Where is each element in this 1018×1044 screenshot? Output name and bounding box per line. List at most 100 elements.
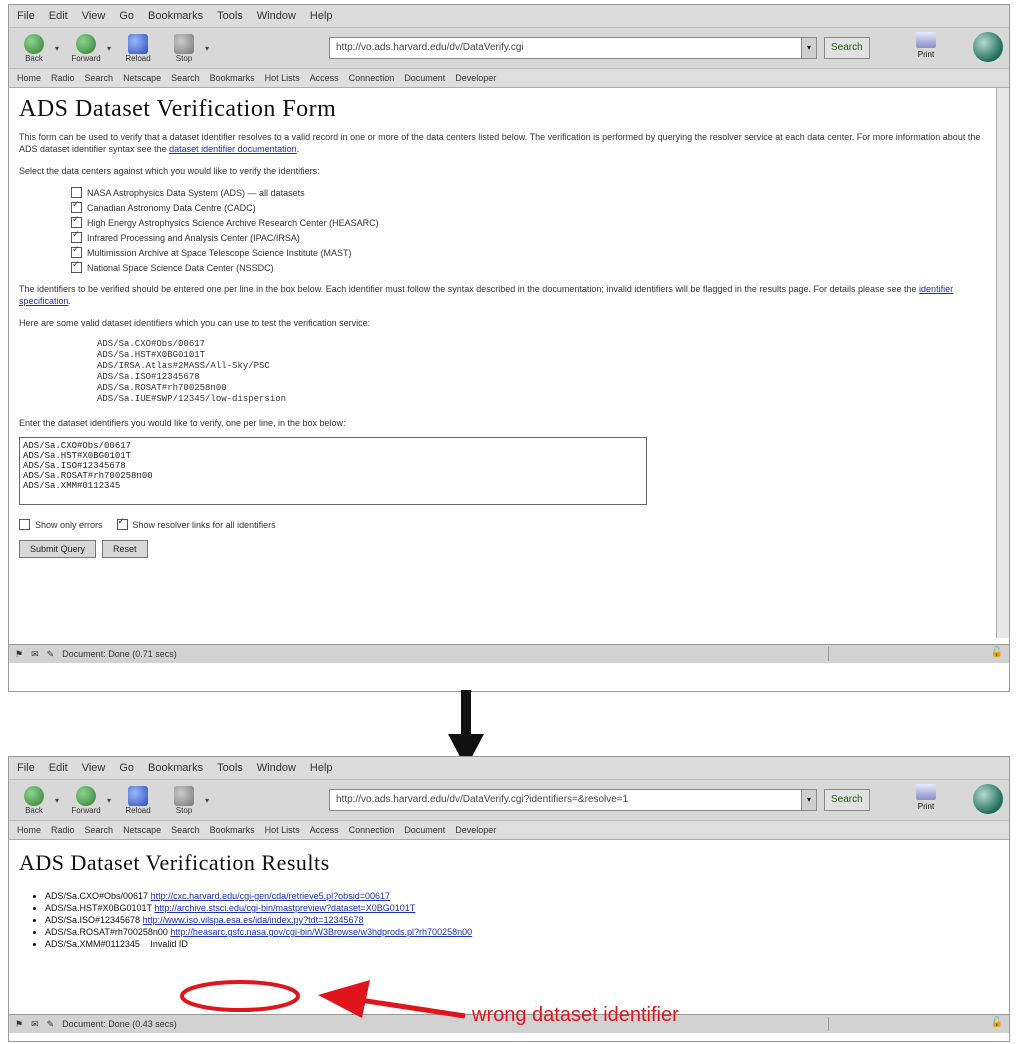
- back-arrow-icon: [24, 785, 44, 806]
- data-center-option[interactable]: National Space Science Data Center (NSSD…: [71, 259, 989, 275]
- show-links-option[interactable]: Show resolver links for all identifiers: [116, 516, 276, 532]
- url-input[interactable]: http://vo.ads.harvard.edu/dv/DataVerify.…: [329, 37, 807, 59]
- bookmark-item[interactable]: Netscape: [123, 825, 161, 835]
- menu-item[interactable]: Bookmarks: [148, 762, 203, 774]
- navigator-icon[interactable]: ⚑: [15, 649, 23, 660]
- result-item: ADS/Sa.ROSAT#rh700258n00 http://heasarc.…: [45, 926, 989, 938]
- bookmark-item[interactable]: Hot Lists: [265, 73, 300, 83]
- menu-item[interactable]: Edit: [49, 10, 68, 22]
- bookmark-item[interactable]: Radio: [51, 825, 75, 835]
- bookmark-item[interactable]: Search: [85, 73, 114, 83]
- menu-item[interactable]: Go: [119, 10, 134, 22]
- back-dropdown-icon[interactable]: ▾: [55, 44, 59, 53]
- security-lock-icon[interactable]: 🔓: [991, 1017, 1003, 1028]
- mail-icon[interactable]: ✉: [31, 649, 39, 660]
- stop-button[interactable]: Stop: [165, 782, 203, 818]
- data-center-checkbox[interactable]: [71, 214, 82, 228]
- menu-item[interactable]: Window: [257, 10, 296, 22]
- menu-item[interactable]: Go: [119, 762, 134, 774]
- show-errors-checkbox[interactable]: [19, 519, 30, 530]
- bookmark-item[interactable]: Hot Lists: [265, 825, 300, 835]
- bookmark-item[interactable]: Document: [404, 73, 445, 83]
- result-identifier: ADS/Sa.CXO#Obs/00617: [45, 891, 149, 901]
- back-button[interactable]: Back: [15, 782, 53, 818]
- bookmark-item[interactable]: Access: [310, 73, 339, 83]
- bookmark-item[interactable]: Home: [17, 73, 41, 83]
- bookmark-item[interactable]: Search: [85, 825, 114, 835]
- forward-dropdown-icon[interactable]: ▾: [107, 44, 111, 53]
- forward-button[interactable]: Forward: [67, 782, 105, 818]
- search-button[interactable]: Search: [824, 789, 870, 811]
- composer-icon[interactable]: ✎: [47, 1019, 55, 1030]
- menu-item[interactable]: Edit: [49, 762, 68, 774]
- back-button[interactable]: Back: [15, 30, 53, 66]
- menu-item[interactable]: File: [17, 10, 35, 22]
- menu-item[interactable]: Bookmarks: [148, 10, 203, 22]
- reset-button[interactable]: Reset: [102, 540, 148, 558]
- stop-button[interactable]: Stop: [165, 30, 203, 66]
- menu-item[interactable]: View: [82, 762, 106, 774]
- bookmark-item[interactable]: Developer: [455, 73, 496, 83]
- bookmark-item[interactable]: Search: [171, 825, 200, 835]
- url-dropdown-icon[interactable]: ▾: [801, 37, 817, 59]
- data-center-option[interactable]: Canadian Astronomy Data Centre (CADC): [71, 199, 989, 215]
- url-input[interactable]: http://vo.ads.harvard.edu/dv/DataVerify.…: [329, 789, 807, 811]
- identifier-docs-link[interactable]: dataset identifier documentation: [169, 144, 297, 154]
- bookmark-item[interactable]: Bookmarks: [210, 73, 255, 83]
- forward-button[interactable]: Forward: [67, 30, 105, 66]
- resolver-link[interactable]: http://heasarc.gsfc.nasa.gov/cgi-bin/W3B…: [170, 927, 472, 937]
- data-center-checkbox[interactable]: [71, 259, 82, 273]
- reload-button[interactable]: Reload: [119, 782, 157, 818]
- print-button[interactable]: Print: [909, 32, 943, 64]
- data-center-option[interactable]: NASA Astrophysics Data System (ADS) — al…: [71, 185, 989, 200]
- identifiers-textarea[interactable]: ADS/Sa.CXO#Obs/00617 ADS/Sa.HST#X0BG0101T…: [19, 437, 647, 505]
- bookmark-item[interactable]: Netscape: [123, 73, 161, 83]
- bookmark-item[interactable]: Developer: [455, 825, 496, 835]
- data-center-checkbox[interactable]: [71, 244, 82, 258]
- data-center-checkbox[interactable]: [71, 199, 82, 213]
- forward-dropdown-icon[interactable]: ▾: [107, 796, 111, 805]
- data-center-option[interactable]: High Energy Astrophysics Science Archive…: [71, 214, 989, 230]
- print-button[interactable]: Print: [909, 784, 943, 816]
- menu-item[interactable]: Help: [310, 762, 333, 774]
- bookmark-item[interactable]: Bookmarks: [210, 825, 255, 835]
- reload-button[interactable]: Reload: [119, 30, 157, 66]
- composer-icon[interactable]: ✎: [47, 649, 55, 660]
- bottom-browser-window: File Edit View Go Bookmarks Tools Window Help B…: [8, 756, 1010, 1042]
- resolver-link[interactable]: http://www.iso.vilspa.esa.es/ida/index.p…: [143, 915, 364, 925]
- menu-item[interactable]: View: [82, 10, 106, 22]
- bookmark-item[interactable]: Access: [310, 825, 339, 835]
- rules-text: The identifiers to be verified should be…: [19, 284, 954, 306]
- data-center-option[interactable]: Infrared Processing and Analysis Center …: [71, 229, 989, 245]
- bookmark-item[interactable]: Radio: [51, 73, 75, 83]
- security-lock-icon[interactable]: 🔓: [991, 647, 1003, 658]
- show-errors-option[interactable]: Show only errors: [19, 517, 103, 532]
- data-center-checkbox[interactable]: [71, 229, 82, 243]
- status-text: Document: Done (0.43 secs): [62, 1019, 177, 1029]
- page-title: ADS Dataset Verification Results: [19, 850, 330, 875]
- data-center-option[interactable]: Multimission Archive at Space Telescope …: [71, 244, 989, 260]
- resolver-link[interactable]: http://archive.stsci.edu/cgi-bin/mastpre…: [154, 903, 415, 913]
- bookmark-item[interactable]: Search: [171, 73, 200, 83]
- mail-icon[interactable]: ✉: [31, 1019, 39, 1030]
- menu-item[interactable]: Window: [257, 762, 296, 774]
- submit-query-button[interactable]: Submit Query: [19, 540, 97, 558]
- menu-item[interactable]: Tools: [217, 10, 243, 22]
- url-dropdown-icon[interactable]: ▾: [801, 789, 817, 811]
- bookmark-item[interactable]: Connection: [349, 73, 395, 83]
- menu-item[interactable]: Help: [310, 10, 333, 22]
- vertical-scrollbar[interactable]: [996, 88, 1009, 638]
- resolver-link[interactable]: http://cxc.harvard.edu/cgi-gen/cda/retri…: [151, 891, 390, 901]
- menu-item[interactable]: Tools: [217, 762, 243, 774]
- bookmark-item[interactable]: Home: [17, 825, 41, 835]
- bookmark-item[interactable]: Connection: [349, 825, 395, 835]
- data-center-checkbox[interactable]: [71, 187, 82, 198]
- bookmark-item[interactable]: Document: [404, 825, 445, 835]
- example-identifier: ADS/Sa.ISO#12345678: [97, 372, 200, 382]
- search-button[interactable]: Search: [824, 37, 870, 59]
- menu-item[interactable]: File: [17, 762, 35, 774]
- back-dropdown-icon[interactable]: ▾: [55, 796, 59, 805]
- navigator-icon[interactable]: ⚑: [15, 1019, 23, 1030]
- top-browser-window: File Edit View Go Bookmarks Tools Window Help B…: [8, 4, 1010, 692]
- show-links-checkbox[interactable]: [116, 516, 128, 530]
